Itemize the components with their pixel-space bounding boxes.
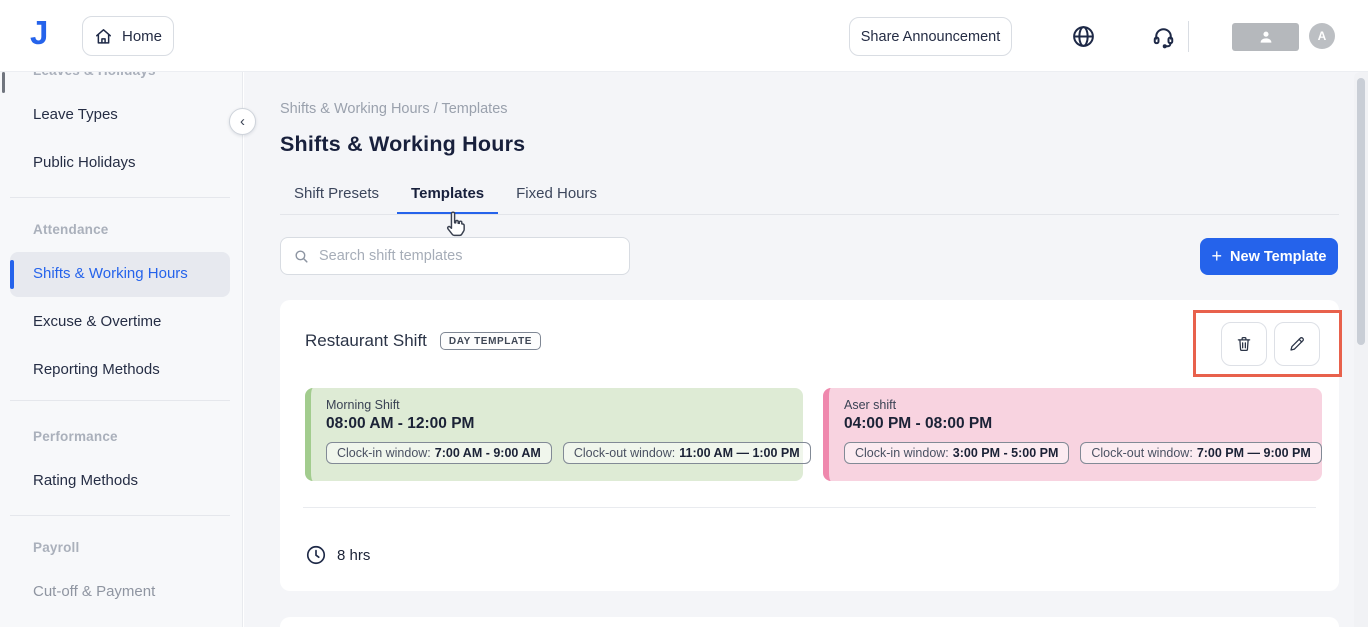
sidebar-item-leave-types[interactable]: Leave Types [33, 106, 118, 123]
app-logo[interactable]: J [30, 14, 48, 52]
page-scrollbar-thumb[interactable] [1357, 78, 1365, 345]
home-button[interactable]: Home [82, 16, 174, 56]
shift-time: 04:00 PM - 08:00 PM [844, 415, 1322, 433]
sidebar-item-public-holidays[interactable]: Public Holidays [33, 154, 136, 171]
tabs-divider [280, 214, 1339, 215]
delete-template-button[interactable] [1221, 322, 1267, 366]
clock-out-window-chip: Clock-out window:7:00 PM — 9:00 PM [1080, 442, 1321, 464]
shift-windows: Clock-in window:3:00 PM - 5:00 PM Clock-… [844, 442, 1322, 464]
globe-icon[interactable] [1071, 24, 1096, 49]
user-name-plate[interactable] [1232, 23, 1299, 51]
new-template-button[interactable]: + New Template [1200, 238, 1338, 275]
shift-time: 08:00 AM - 12:00 PM [326, 415, 803, 433]
page-title: Shifts & Working Hours [280, 132, 525, 157]
sidebar-item-reporting-methods[interactable]: Reporting Methods [33, 361, 160, 378]
sidebar-active-item-indicator [10, 260, 14, 289]
card-divider [303, 507, 1316, 508]
edit-template-button[interactable] [1274, 322, 1320, 366]
sidebar-section-leaves-holidays: Leaves & Holidays [33, 72, 156, 78]
shift-name: Aser shift [844, 398, 1322, 412]
avatar-initial: A [1318, 29, 1327, 43]
sidebar-section-payroll: Payroll [33, 540, 79, 555]
clock-out-window-chip: Clock-out window:11:00 AM — 1:00 PM [563, 442, 811, 464]
breadcrumb: Shifts & Working Hours / Templates [280, 101, 508, 117]
total-duration: 8 hrs [337, 547, 370, 564]
template-type-badge: DAY TEMPLATE [440, 332, 541, 350]
sidebar-section-attendance: Attendance [33, 222, 109, 237]
share-announcement-label: Share Announcement [861, 29, 1000, 45]
shift-name: Morning Shift [326, 398, 803, 412]
tab-bar: Shift Presets Templates Fixed Hours [280, 182, 611, 215]
support-headset-icon[interactable] [1151, 24, 1176, 49]
sidebar-item-cutoff-payment[interactable]: Cut-off & Payment [33, 583, 155, 600]
pencil-icon [1288, 335, 1306, 353]
page-scrollbar[interactable] [1354, 72, 1368, 627]
next-template-card-edge [280, 617, 1339, 629]
template-card-header: Restaurant Shift DAY TEMPLATE [305, 331, 541, 351]
sidebar-divider [10, 515, 230, 516]
tab-shift-presets[interactable]: Shift Presets [280, 185, 393, 215]
sidebar-collapse-button[interactable]: ‹ [229, 108, 256, 135]
template-card: Restaurant Shift DAY TEMPLATE Mo [280, 300, 1339, 591]
chevron-left-icon: ‹ [240, 113, 245, 130]
shift-block-aser[interactable]: Aser shift 04:00 PM - 08:00 PM Clock-in … [823, 388, 1322, 481]
search-icon [293, 248, 310, 265]
person-icon [1257, 28, 1275, 46]
sidebar-item-rating-methods[interactable]: Rating Methods [33, 472, 138, 489]
sidebar-scrollbar-thumb[interactable] [2, 72, 5, 93]
shift-row: Morning Shift 08:00 AM - 12:00 PM Clock-… [305, 388, 1314, 481]
new-template-label: New Template [1230, 249, 1326, 265]
trash-icon [1235, 335, 1253, 353]
share-announcement-button[interactable]: Share Announcement [849, 17, 1012, 56]
main-content: Shifts & Working Hours / Templates Shift… [244, 72, 1368, 627]
clock-in-window-chip: Clock-in window:7:00 AM - 9:00 AM [326, 442, 552, 464]
sidebar: Leaves & Holidays Leave Types Public Hol… [0, 72, 243, 627]
search-box [280, 237, 630, 275]
home-icon [94, 27, 113, 46]
plus-icon: + [1212, 247, 1223, 265]
clock-icon [305, 544, 327, 566]
search-input[interactable] [319, 248, 617, 264]
sidebar-divider [10, 400, 230, 401]
sidebar-section-performance: Performance [33, 429, 118, 444]
home-label: Home [122, 28, 162, 45]
tab-templates[interactable]: Templates [397, 185, 498, 215]
topbar-divider [1188, 21, 1189, 52]
shift-windows: Clock-in window:7:00 AM - 9:00 AM Clock-… [326, 442, 803, 464]
top-bar: J Home Share Announcement A [0, 0, 1368, 72]
template-name: Restaurant Shift [305, 331, 427, 351]
tab-fixed-hours[interactable]: Fixed Hours [502, 185, 611, 215]
avatar[interactable]: A [1309, 23, 1335, 49]
template-actions [1221, 322, 1320, 366]
clock-in-window-chip: Clock-in window:3:00 PM - 5:00 PM [844, 442, 1069, 464]
sidebar-item-shifts-working-hours[interactable]: Shifts & Working Hours [33, 265, 188, 282]
sidebar-divider [10, 197, 230, 198]
sidebar-item-excuse-overtime[interactable]: Excuse & Overtime [33, 313, 161, 330]
card-footer: 8 hrs [305, 544, 370, 566]
shift-block-morning[interactable]: Morning Shift 08:00 AM - 12:00 PM Clock-… [305, 388, 803, 481]
